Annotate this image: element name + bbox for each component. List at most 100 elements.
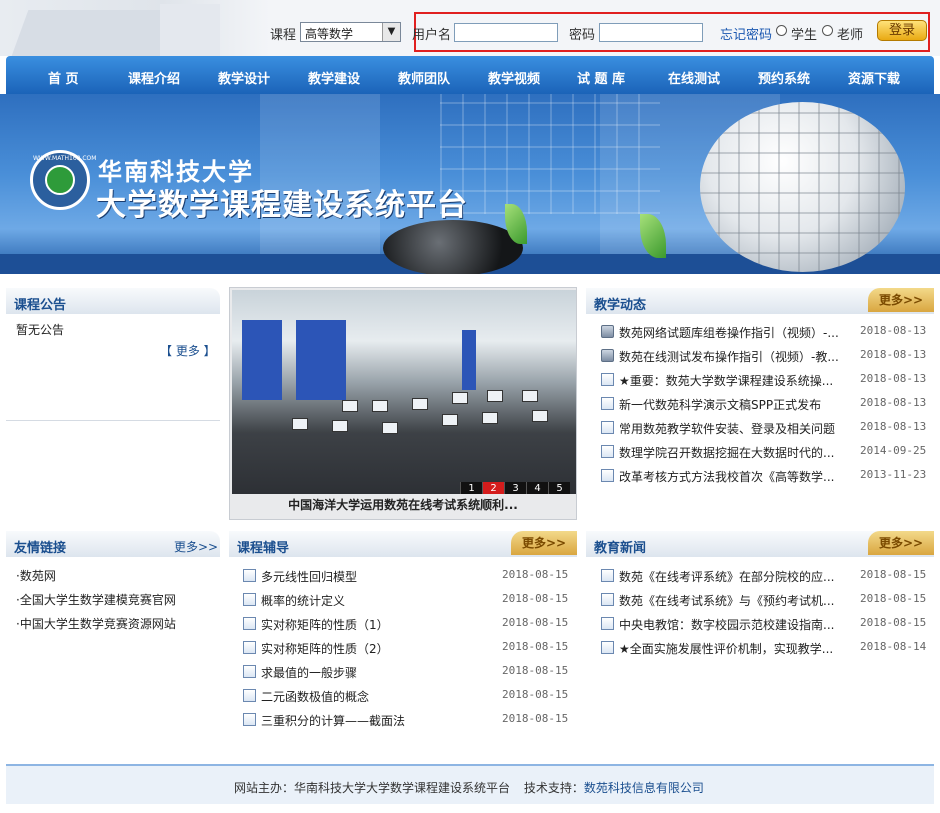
list-item-title[interactable]: 多元线性回归模型 [261,568,491,585]
list-item-title[interactable]: 求最值的一般步骤 [261,664,491,681]
slide-dot[interactable]: 1 [460,482,482,494]
list-item[interactable]: 中央电教馆：数字校园示范校建设指南... 2018-08-15 [601,616,940,638]
page-icon [243,569,256,582]
links-title: 友情链接 [14,541,67,556]
slide-dot[interactable]: 4 [526,482,548,494]
list-item-date: 2018-08-15 [502,640,569,653]
list-item[interactable]: 改革考核方式方法我校首次《高等数学... 2013-11-23 [601,468,940,490]
list-item[interactable]: 新一代数苑科学演示文稿SPP正式发布 2018-08-13 [601,396,940,418]
page-icon [243,593,256,606]
page-icon [243,713,256,726]
list-item[interactable]: 常用数苑教学软件安装、登录及相关问题 2018-08-13 [601,420,940,442]
nav-question-bank[interactable]: 试 题 库 [577,68,625,87]
list-item-title[interactable]: 新一代数苑科学演示文稿SPP正式发布 [619,396,849,413]
list-item-date: 2018-08-13 [860,348,927,361]
list-item[interactable]: 求最值的一般步骤 2018-08-15 [243,664,583,686]
nav-teaching-video[interactable]: 教学视频 [488,68,540,87]
list-item[interactable]: ★重要：数苑大学数学课程建设系统操... 2018-08-13 [601,372,940,394]
list-item-date: 2018-08-15 [502,592,569,605]
list-item-title[interactable]: 数苑《在线考评系统》在部分院校的应... [619,568,849,585]
list-item-title[interactable]: 概率的统计定义 [261,592,491,609]
tutoring-more-button[interactable]: 更多>> [511,531,577,555]
video-icon [601,349,614,362]
list-item[interactable]: 数苑网络试题库组卷操作指引（视频）-... 2018-08-13 [601,324,940,346]
page-icon [243,641,256,654]
course-select-value: 高等数学 [305,27,354,41]
course-label: 课程 [270,28,297,43]
list-item[interactable]: 实对称矩阵的性质（1） 2018-08-15 [243,616,583,638]
username-input[interactable] [454,23,558,42]
login-button[interactable]: 登录 [877,20,927,41]
slide-dot[interactable]: 3 [504,482,526,494]
chevron-down-icon[interactable]: ▼ [382,23,400,41]
nav-teaching-design[interactable]: 教学设计 [218,68,270,87]
password-input[interactable] [599,23,703,42]
nav-teaching-construction[interactable]: 教学建设 [308,68,360,87]
list-item[interactable]: 多元线性回归模型 2018-08-15 [243,568,583,590]
link-item[interactable]: ·全国大学生数学建模竞赛官网 [16,591,176,608]
list-item[interactable]: 三重积分的计算——截面法 2018-08-15 [243,712,583,734]
nav-downloads[interactable]: 资源下载 [848,68,900,87]
nav-teacher-team[interactable]: 教师团队 [398,68,450,87]
announcement-empty-text: 暂无公告 [16,323,65,337]
list-item-date: 2018-08-13 [860,420,927,433]
top-bar: 课程 高等数学 ▼ 用户名 密码 忘记密码 学生 老师 登录 [0,0,940,56]
teaching-news-more-button[interactable]: 更多>> [868,288,934,312]
edu-news-header: 教育新闻 更多>> [586,531,934,557]
slide-dot[interactable]: 5 [548,482,570,494]
announcements-header: 课程公告 [6,288,220,314]
header-decoration [0,0,270,56]
nav-course-intro[interactable]: 课程介绍 [128,68,180,87]
list-item[interactable]: 数苑《在线考评系统》在部分院校的应... 2018-08-15 [601,568,940,590]
slide-dot-active[interactable]: 2 [482,482,504,494]
list-item-title[interactable]: 数苑《在线考试系统》与《预约考试机... [619,592,849,609]
list-item-title[interactable]: 实对称矩阵的性质（2） [261,640,491,657]
list-item-date: 2018-08-13 [860,324,927,337]
list-item-title[interactable]: 数苑在线测试发布操作指引（视频）-教... [619,348,849,365]
list-item[interactable]: 数苑《在线考试系统》与《预约考试机... 2018-08-15 [601,592,940,614]
forgot-password-link[interactable]: 忘记密码 [720,24,772,43]
list-item-title[interactable]: 二元函数极值的概念 [261,688,491,705]
list-item-title[interactable]: 改革考核方式方法我校首次《高等数学... [619,468,849,485]
page-icon [601,593,614,606]
list-item[interactable]: 二元函数极值的概念 2018-08-15 [243,688,583,710]
nav-online-test[interactable]: 在线测试 [668,68,720,87]
banner: WWW.MATH168.COM 华南科技大学 大学数学课程建设系统平台 [0,94,940,274]
footer-support-link[interactable]: 数苑科技信息有限公司 [584,781,704,795]
teaching-news-title: 教学动态 [594,298,647,313]
password-label: 密码 [569,28,596,43]
list-item[interactable]: 数理学院召开数据挖掘在大数据时代的... 2014-09-25 [601,444,940,466]
list-item-date: 2014-09-25 [860,444,927,457]
list-item-date: 2018-08-15 [502,688,569,701]
links-more-link[interactable]: 更多>> [174,538,218,555]
link-item[interactable]: ·中国大学生数学竞赛资源网站 [16,615,176,632]
nav-home[interactable]: 首 页 [48,68,79,87]
list-item-title[interactable]: ★全面实施发展性评价机制，实现教学... [619,640,849,657]
teacher-radio-label: 老师 [837,28,864,43]
list-item-title[interactable]: 三重积分的计算——截面法 [261,712,491,729]
slide-caption[interactable]: 中国海洋大学运用数苑在线考试系统顺利... [230,496,576,513]
link-item[interactable]: ·数苑网 [16,567,56,584]
announcements-more-link[interactable]: 【 更多 】 [160,342,216,359]
student-radio[interactable] [776,25,787,36]
list-item-title[interactable]: 常用数苑教学软件安装、登录及相关问题 [619,420,849,437]
university-logo: WWW.MATH168.COM [30,150,96,210]
page-icon [601,469,614,482]
list-item-title[interactable]: 中央电教馆：数字校园示范校建设指南... [619,616,849,633]
teacher-radio[interactable] [822,25,833,36]
list-item-title[interactable]: 数苑网络试题库组卷操作指引（视频）-... [619,324,849,341]
list-item[interactable]: 概率的统计定义 2018-08-15 [243,592,583,614]
list-item[interactable]: ★全面实施发展性评价机制，实现教学... 2018-08-14 [601,640,940,662]
nav-booking[interactable]: 预约系统 [758,68,810,87]
classroom-photo[interactable]: 1 2 3 4 5 [232,290,576,494]
list-item-title[interactable]: ★重要：数苑大学数学课程建设系统操... [619,372,849,389]
main-nav: 首 页 课程介绍 教学设计 教学建设 教师团队 教学视频 试 题 库 在线测试 … [6,56,934,94]
list-item[interactable]: 实对称矩阵的性质（2） 2018-08-15 [243,640,583,662]
course-select[interactable]: 高等数学 ▼ [300,22,401,42]
list-item-title[interactable]: 实对称矩阵的性质（1） [261,616,491,633]
list-item-date: 2018-08-15 [502,664,569,677]
page-icon [601,445,614,458]
edu-news-more-button[interactable]: 更多>> [868,531,934,555]
list-item-title[interactable]: 数理学院召开数据挖掘在大数据时代的... [619,444,849,461]
list-item[interactable]: 数苑在线测试发布操作指引（视频）-教... 2018-08-13 [601,348,940,370]
